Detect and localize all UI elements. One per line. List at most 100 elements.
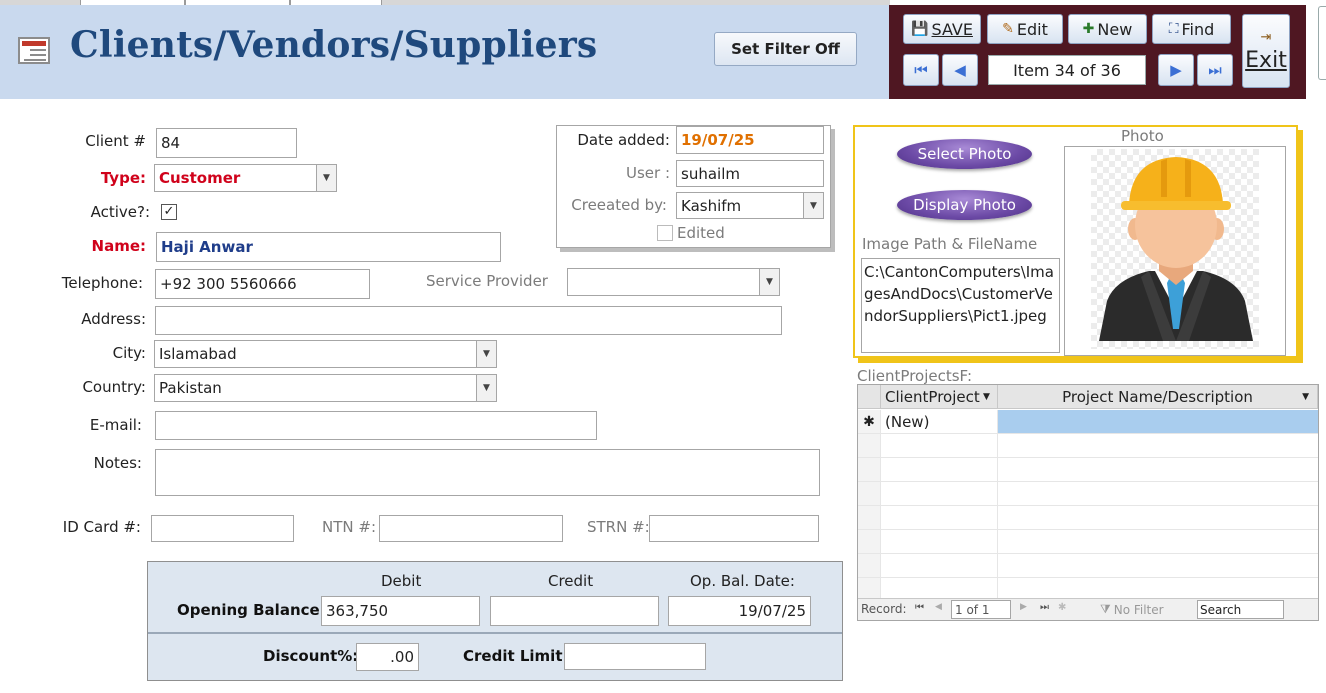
strn-label: STRN #: xyxy=(587,518,650,536)
date-added-field[interactable]: 19/07/25 xyxy=(676,126,824,154)
binoculars-icon: ⛶ xyxy=(1168,21,1179,37)
date-added-label: Date added: xyxy=(577,131,670,149)
country-dropdown[interactable]: Pakistan ▼ xyxy=(154,374,497,402)
chevron-down-icon[interactable]: ▼ xyxy=(476,375,496,401)
find-button[interactable]: ⛶ Find xyxy=(1152,14,1231,44)
name-label: Name: xyxy=(91,237,146,255)
empty-row xyxy=(858,506,1318,530)
last-record-button[interactable]: ⏭ xyxy=(1197,54,1233,86)
next-record-button[interactable]: ▶ xyxy=(1158,54,1194,86)
select-all-corner[interactable] xyxy=(858,385,881,409)
empty-row xyxy=(858,458,1318,482)
empty-row xyxy=(858,434,1318,458)
notes-label: Notes: xyxy=(93,454,142,472)
display-photo-button[interactable]: Display Photo xyxy=(897,190,1032,220)
strn-field[interactable] xyxy=(649,515,819,542)
created-by-value: Kashifm xyxy=(681,196,742,215)
find-button-label: Find xyxy=(1181,19,1215,39)
discount-label: Discount%: xyxy=(263,647,359,665)
email-field[interactable] xyxy=(155,411,597,440)
empty-row xyxy=(858,578,1318,598)
partial-button[interactable] xyxy=(1318,6,1326,80)
column-header-client-project[interactable]: ClientProject ▼ xyxy=(881,385,998,409)
discount-value: .00 xyxy=(390,648,414,666)
name-field[interactable]: Haji Anwar xyxy=(156,232,501,262)
save-button[interactable]: 💾 SAVE xyxy=(903,14,981,44)
op-bal-date-label: Op. Bal. Date: xyxy=(690,572,795,590)
opening-balance-label: Opening Balance: xyxy=(177,601,326,619)
pencil-icon: ✎ xyxy=(1002,21,1014,37)
type-label: Type: xyxy=(100,169,146,187)
edited-checkbox[interactable] xyxy=(657,225,673,241)
first-record-button[interactable]: ⏮ xyxy=(903,54,939,86)
created-by-label: Creeated by: xyxy=(571,196,667,214)
ntn-field[interactable] xyxy=(379,515,563,542)
record-counter: Item 34 of 36 xyxy=(988,55,1146,85)
address-field[interactable] xyxy=(155,306,782,335)
op-bal-date-field[interactable]: 19/07/25 xyxy=(668,596,811,626)
project-name-cell[interactable] xyxy=(998,410,1318,433)
credit-label: Credit xyxy=(548,572,594,590)
no-filter-label: No Filter xyxy=(1113,602,1164,617)
new-record-icon[interactable]: ✱ xyxy=(1058,602,1066,613)
debit-field[interactable]: 363,750 xyxy=(321,596,480,626)
select-photo-button[interactable]: Select Photo xyxy=(897,139,1032,169)
first-record-icon: ⏮ xyxy=(914,61,928,79)
set-filter-off-button[interactable]: Set Filter Off xyxy=(714,32,857,66)
client-project-cell[interactable]: (New) xyxy=(882,410,998,433)
search-field[interactable]: Search xyxy=(1197,600,1284,619)
telephone-field[interactable]: +92 300 5560666 xyxy=(155,269,370,299)
credit-field[interactable] xyxy=(490,596,659,626)
service-provider-label: Service Provider xyxy=(426,272,548,290)
discount-field[interactable]: .00 xyxy=(356,643,419,671)
telephone-value: +92 300 5560666 xyxy=(160,275,297,293)
client-photo[interactable] xyxy=(1064,146,1286,356)
active-checkbox[interactable]: ✓ xyxy=(161,204,177,220)
form-icon xyxy=(18,37,50,64)
chevron-down-icon[interactable]: ▼ xyxy=(759,269,779,295)
user-field[interactable]: suhailm xyxy=(676,160,824,187)
previous-record-icon[interactable]: ◀ xyxy=(935,602,942,612)
image-path-field[interactable]: C:\CantonComputers\ImagesAndDocs\Custome… xyxy=(861,258,1060,353)
new-record-button[interactable]: ✚ New xyxy=(1068,14,1147,44)
credit-limit-label: Credit Limit: xyxy=(463,647,569,665)
id-card-field[interactable] xyxy=(151,515,294,542)
chevron-down-icon[interactable]: ▼ xyxy=(476,341,496,367)
edited-label: Edited xyxy=(677,224,725,242)
edit-button[interactable]: ✎ Edit xyxy=(987,14,1063,44)
date-added-value: 19/07/25 xyxy=(681,131,755,149)
op-bal-date-value: 19/07/25 xyxy=(738,602,806,620)
ntn-label: NTN #: xyxy=(322,518,376,536)
city-value: Islamabad xyxy=(159,345,237,363)
notes-field[interactable] xyxy=(155,449,820,496)
created-by-dropdown[interactable]: Kashifm ▼ xyxy=(676,192,824,219)
sort-arrow-icon[interactable]: ▼ xyxy=(983,392,990,402)
country-value: Pakistan xyxy=(159,379,222,397)
chevron-down-icon[interactable]: ▼ xyxy=(316,165,336,191)
new-record-row[interactable]: ✱ (New) xyxy=(858,410,1318,434)
column-label: ClientProject xyxy=(885,387,980,406)
client-number-field[interactable]: 84 xyxy=(156,128,297,158)
sort-arrow-icon[interactable]: ▼ xyxy=(1302,392,1309,402)
credit-limit-field[interactable] xyxy=(564,643,706,670)
user-value: suhailm xyxy=(681,164,740,183)
last-record-icon[interactable]: ⏭ xyxy=(1040,602,1049,613)
previous-record-button[interactable]: ◀ xyxy=(942,54,978,86)
type-value: Customer xyxy=(159,169,241,187)
next-record-icon[interactable]: ▶ xyxy=(1020,602,1027,612)
avatar-worker-icon xyxy=(1099,157,1253,341)
exit-button[interactable]: ⇥ Exit xyxy=(1242,14,1290,88)
floppy-disk-icon: 💾 xyxy=(911,21,929,37)
debit-value: 363,750 xyxy=(326,602,389,620)
city-dropdown[interactable]: Islamabad ▼ xyxy=(154,340,497,368)
column-header-project-name[interactable]: Project Name/Description ▼ xyxy=(998,385,1318,409)
city-label: City: xyxy=(112,344,146,362)
no-filter-button[interactable]: ⧩ No Filter xyxy=(1100,602,1164,617)
service-provider-dropdown[interactable]: ▼ xyxy=(567,268,780,296)
image-path-label: Image Path & FileName xyxy=(862,235,1038,253)
type-dropdown[interactable]: Customer ▼ xyxy=(154,164,337,192)
first-record-icon[interactable]: ⏮ xyxy=(915,602,924,613)
record-position-field[interactable]: 1 of 1 xyxy=(951,600,1011,619)
chevron-down-icon[interactable]: ▼ xyxy=(803,193,823,218)
row-selector[interactable]: ✱ xyxy=(858,410,881,433)
